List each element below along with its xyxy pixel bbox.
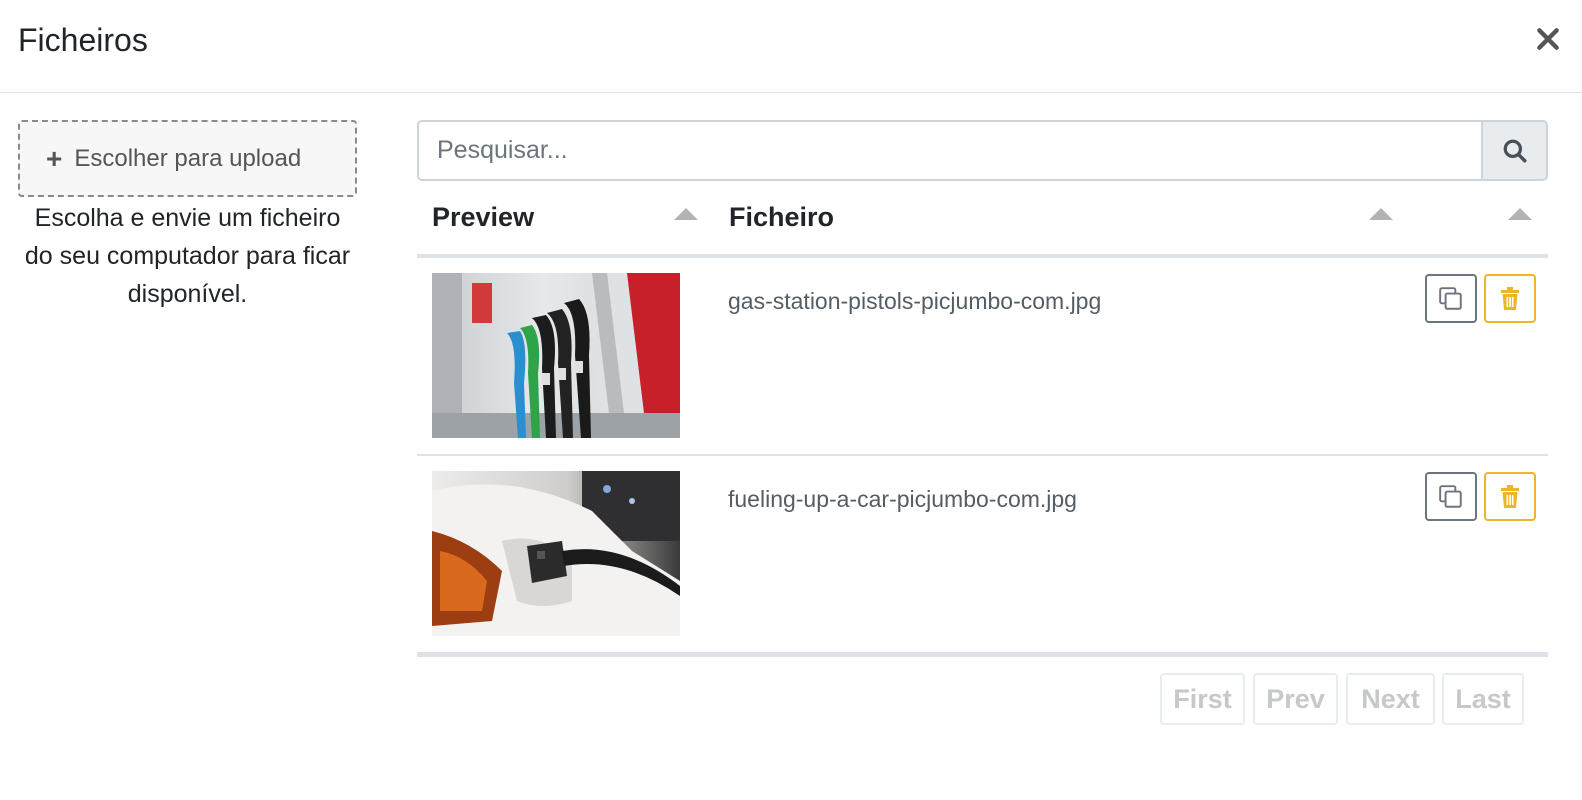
table-row: gas-station-pistols-picjumbo-com.jpg	[417, 258, 1548, 456]
copy-icon	[1439, 484, 1462, 508]
pagination-last-button[interactable]: Last	[1442, 673, 1524, 725]
modal-header: Ficheiros	[0, 0, 1582, 93]
delete-button[interactable]	[1484, 472, 1536, 521]
file-name: gas-station-pistols-picjumbo-com.jpg	[728, 288, 1102, 314]
gas-station-pumps-photo	[432, 273, 680, 438]
upload-button-label: Escolher para upload	[74, 144, 302, 172]
trash-icon	[1501, 484, 1519, 508]
copy-icon	[1439, 286, 1462, 310]
search-group	[417, 120, 1548, 181]
pagination-first-button[interactable]: First	[1160, 673, 1245, 725]
sort-preview-icon[interactable]	[674, 208, 698, 220]
upload-help-text: Escolha e envie um ficheiro do seu compu…	[24, 204, 351, 308]
delete-button[interactable]	[1484, 274, 1536, 323]
sort-actions-icon[interactable]	[1508, 208, 1532, 220]
search-input[interactable]	[417, 120, 1481, 181]
search-icon	[1503, 139, 1526, 162]
file-name: fueling-up-a-car-picjumbo-com.jpg	[728, 486, 1077, 512]
trash-icon	[1501, 286, 1519, 310]
close-button[interactable]	[1532, 24, 1564, 56]
sort-file-icon[interactable]	[1369, 208, 1393, 220]
search-button[interactable]	[1481, 120, 1548, 181]
upload-button[interactable]: + Escolher para upload	[18, 120, 357, 197]
table-footer-divider	[417, 652, 1548, 657]
column-header-preview: Preview	[432, 202, 535, 232]
pagination-prev-button[interactable]: Prev	[1253, 673, 1338, 725]
file-thumbnail	[432, 273, 680, 438]
pagination-next-button[interactable]: Next	[1346, 673, 1435, 725]
table-header: Preview Ficheiro	[417, 190, 1548, 258]
table-row: fueling-up-a-car-picjumbo-com.jpg	[417, 456, 1548, 654]
close-icon	[1537, 27, 1559, 50]
plus-icon: +	[46, 142, 63, 174]
column-header-file: Ficheiro	[729, 202, 835, 232]
modal-title: Ficheiros	[18, 22, 148, 58]
copy-button[interactable]	[1425, 472, 1477, 521]
file-thumbnail	[432, 471, 680, 636]
copy-button[interactable]	[1425, 274, 1477, 323]
car-fueling-photo	[432, 471, 680, 636]
